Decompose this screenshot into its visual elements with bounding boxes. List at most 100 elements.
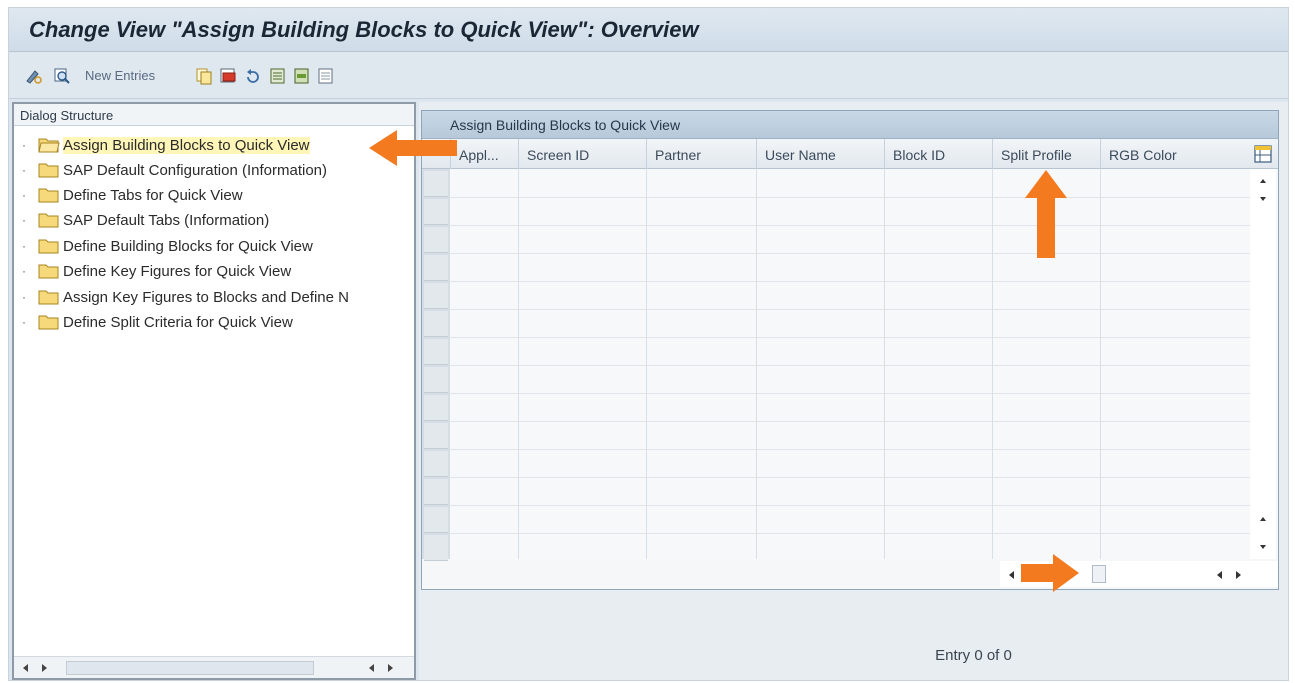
folder-icon bbox=[38, 163, 59, 178]
row-selector[interactable] bbox=[424, 507, 448, 533]
grid-line bbox=[1100, 169, 1101, 559]
tree-item-define-key-figures[interactable]: · Define Key Figures for Quick View bbox=[22, 260, 291, 282]
column-header-screen-id[interactable]: Screen ID bbox=[518, 139, 646, 169]
tree-bullet: · bbox=[22, 290, 26, 304]
grid-line bbox=[992, 169, 993, 559]
dialog-structure-panel: Dialog Structure · Assign Building Block… bbox=[12, 102, 416, 680]
deselect-all-icon[interactable] bbox=[317, 67, 335, 85]
folder-icon bbox=[38, 290, 59, 305]
scroll-left-right-icon[interactable] bbox=[22, 663, 50, 673]
tree-item-label: Define Tabs for Quick View bbox=[63, 186, 243, 204]
entry-counter: Entry 0 of 0 bbox=[935, 647, 1012, 664]
scroll-left-right-icon[interactable] bbox=[368, 663, 396, 673]
column-header-rgb-color[interactable]: RGB Color bbox=[1100, 139, 1252, 169]
grid-line bbox=[450, 365, 1250, 366]
copy-icon[interactable] bbox=[195, 67, 213, 85]
grid-line bbox=[450, 477, 1250, 478]
scroll-up-down-icon[interactable] bbox=[1259, 515, 1267, 551]
tree-item-sap-default-configuration[interactable]: · SAP Default Configuration (Information… bbox=[22, 159, 327, 181]
tree-item-label: SAP Default Configuration (Information) bbox=[63, 161, 328, 179]
delete-icon[interactable] bbox=[219, 67, 237, 85]
tree-item-define-tabs[interactable]: · Define Tabs for Quick View bbox=[22, 184, 243, 206]
tree-item-assign-key-figures[interactable]: · Assign Key Figures to Blocks and Defin… bbox=[22, 286, 349, 308]
tree-item-label: Define Building Blocks for Quick View bbox=[63, 237, 313, 255]
page-title: Change View "Assign Building Blocks to Q… bbox=[29, 17, 699, 42]
annotation-arrow-right bbox=[1021, 554, 1079, 592]
grid-line bbox=[450, 197, 1250, 198]
row-selector[interactable] bbox=[424, 423, 448, 449]
grid-line bbox=[450, 533, 1250, 534]
tree-item-assign-building-blocks[interactable]: · Assign Building Blocks to Quick View bbox=[22, 134, 310, 156]
column-header-split-profile[interactable]: Split Profile bbox=[992, 139, 1100, 169]
tree-item-label: Assign Building Blocks to Quick View bbox=[63, 136, 310, 154]
scroll-thumb[interactable] bbox=[1092, 565, 1106, 583]
tree-bullet: · bbox=[22, 163, 26, 177]
tree-bullet: · bbox=[22, 213, 26, 227]
tree-bullet: · bbox=[22, 239, 26, 253]
row-selector[interactable] bbox=[424, 199, 448, 225]
column-header-appl[interactable]: Appl... bbox=[450, 139, 518, 169]
tree-bullet: · bbox=[22, 315, 26, 329]
folder-icon bbox=[38, 213, 59, 228]
select-all-icon[interactable] bbox=[269, 67, 287, 85]
new-entries-button[interactable]: New Entries bbox=[85, 68, 155, 83]
table-settings-icon[interactable] bbox=[1254, 145, 1272, 163]
folder-icon bbox=[38, 188, 59, 203]
table-control: Assign Building Blocks to Quick View App… bbox=[421, 110, 1279, 590]
row-selector-column bbox=[422, 169, 450, 561]
row-selector[interactable] bbox=[424, 255, 448, 281]
tree-item-label: Assign Key Figures to Blocks and Define … bbox=[63, 288, 349, 306]
select-block-icon[interactable] bbox=[293, 67, 311, 85]
column-header-row: Appl... Screen ID Partner User Name Bloc… bbox=[422, 139, 1278, 169]
tree-item-define-building-blocks[interactable]: · Define Building Blocks for Quick View bbox=[22, 235, 313, 257]
annotation-arrow-up bbox=[1025, 170, 1067, 258]
folder-icon bbox=[38, 264, 59, 279]
tree-item-label: SAP Default Tabs (Information) bbox=[63, 211, 270, 229]
tree-item-label: Define Key Figures for Quick View bbox=[63, 262, 292, 280]
grid-line bbox=[884, 169, 885, 559]
grid-line bbox=[450, 505, 1250, 506]
tree-item-define-split-criteria[interactable]: · Define Split Criteria for Quick View bbox=[22, 311, 293, 333]
scroll-left-right-icon[interactable] bbox=[1216, 570, 1244, 580]
toggle-change-display-icon[interactable] bbox=[25, 67, 43, 85]
vertical-scrollbar[interactable] bbox=[1250, 169, 1276, 559]
table-grid[interactable] bbox=[450, 169, 1250, 559]
scroll-thumb[interactable] bbox=[66, 661, 314, 675]
tree-bullet: · bbox=[22, 188, 26, 202]
grid-line bbox=[450, 393, 1250, 394]
row-selector[interactable] bbox=[424, 451, 448, 477]
row-selector[interactable] bbox=[424, 479, 448, 505]
scroll-left-icon[interactable] bbox=[1008, 570, 1016, 580]
row-selector[interactable] bbox=[424, 339, 448, 365]
main-window: Change View "Assign Building Blocks to Q… bbox=[8, 7, 1289, 681]
annotation-arrow-left bbox=[369, 130, 457, 166]
grid-line bbox=[450, 449, 1250, 450]
row-selector[interactable] bbox=[424, 171, 448, 197]
row-selector[interactable] bbox=[424, 311, 448, 337]
grid-line bbox=[450, 281, 1250, 282]
tree-item-sap-default-tabs[interactable]: · SAP Default Tabs (Information) bbox=[22, 209, 269, 231]
row-selector[interactable] bbox=[424, 395, 448, 421]
row-selector[interactable] bbox=[424, 535, 448, 561]
tree-bullet: · bbox=[22, 138, 26, 152]
row-selector[interactable] bbox=[424, 227, 448, 253]
undo-icon[interactable] bbox=[244, 67, 262, 85]
open-folder-icon bbox=[38, 138, 60, 153]
tree-item-label: Define Split Criteria for Quick View bbox=[63, 313, 293, 331]
column-header-partner[interactable]: Partner bbox=[646, 139, 756, 169]
application-toolbar: New Entries bbox=[9, 53, 1288, 99]
column-header-user-name[interactable]: User Name bbox=[756, 139, 884, 169]
folder-icon bbox=[38, 239, 59, 254]
scroll-up-down-icon[interactable] bbox=[1259, 177, 1267, 203]
dialog-horizontal-scrollbar[interactable] bbox=[14, 656, 414, 678]
grid-line bbox=[450, 309, 1250, 310]
table-area: Assign Building Blocks to Quick View App… bbox=[419, 102, 1288, 680]
find-icon[interactable] bbox=[53, 67, 71, 85]
row-selector[interactable] bbox=[424, 367, 448, 393]
grid-line bbox=[518, 169, 519, 559]
row-selector[interactable] bbox=[424, 283, 448, 309]
column-header-block-id[interactable]: Block ID bbox=[884, 139, 992, 169]
grid-line bbox=[450, 337, 1250, 338]
table-caption: Assign Building Blocks to Quick View bbox=[422, 111, 1278, 139]
dialog-structure-header: Dialog Structure bbox=[14, 104, 414, 126]
